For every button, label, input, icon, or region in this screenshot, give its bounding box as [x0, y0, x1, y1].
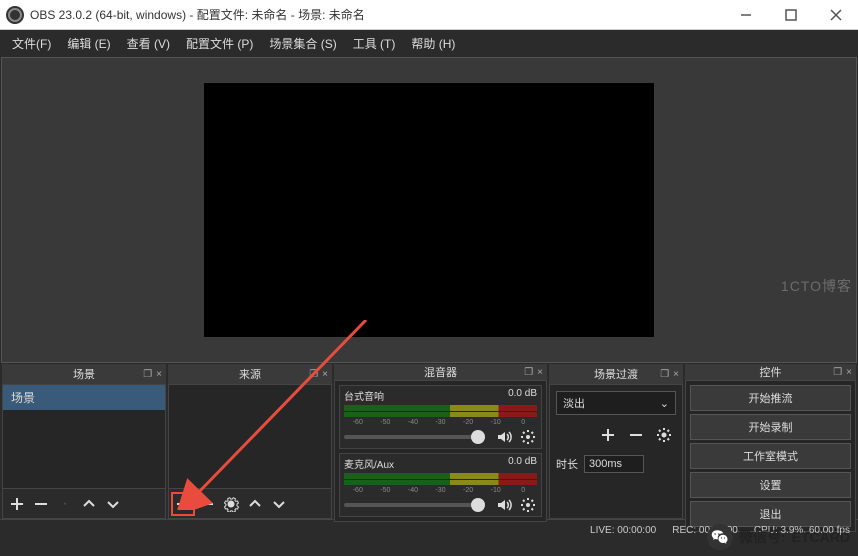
controls-title: 控件: [760, 364, 782, 380]
menu-edit[interactable]: 编辑 (E): [59, 31, 118, 56]
mixer-dock: 混音器 ❐ × 台式音响 0.0 dB -60-50-40-30-20-100: [334, 364, 547, 519]
dock-close-icon[interactable]: ×: [537, 367, 543, 378]
scene-separator: ·: [53, 492, 77, 516]
window-title: OBS 23.0.2 (64-bit, windows) - 配置文件: 未命名…: [30, 6, 365, 23]
wechat-icon: [707, 524, 733, 550]
watermark-wechat: 微信号: ETCARD: [707, 524, 850, 550]
chevron-down-icon: ⌄: [660, 397, 669, 410]
obs-app-icon: [6, 6, 24, 24]
mixer-channel-mic: 麦克风/Aux 0.0 dB -60-50-40-30-20-100: [339, 453, 542, 517]
gear-icon[interactable]: [519, 428, 537, 446]
menubar: 文件(F) 编辑 (E) 查看 (V) 配置文件 (P) 场景集合 (S) 工具…: [0, 30, 858, 56]
scene-item[interactable]: 场景: [3, 385, 165, 410]
status-live: LIVE: 00:00:00: [590, 525, 656, 536]
controls-dock: 控件 ❐× 开始推流 开始录制 工作室模式 设置 退出: [685, 364, 856, 519]
source-remove-button[interactable]: [195, 492, 219, 516]
menu-view[interactable]: 查看 (V): [119, 31, 178, 56]
transition-selected: 淡出: [563, 395, 585, 411]
transitions-title: 场景过渡: [594, 366, 638, 382]
duration-input[interactable]: [584, 455, 644, 473]
window-minimize-button[interactable]: [723, 0, 768, 30]
scene-remove-button[interactable]: [29, 492, 53, 516]
meter-ticks: -60-50-40-30-20-100: [344, 487, 537, 494]
volume-slider[interactable]: [344, 503, 485, 507]
speaker-icon[interactable]: [495, 428, 513, 446]
dock-close-icon[interactable]: ×: [846, 367, 852, 378]
mixer-channel-level: 0.0 dB: [508, 456, 537, 471]
dock-popout-icon[interactable]: ❐: [143, 369, 152, 380]
transition-settings-button[interactable]: [652, 423, 676, 447]
start-recording-button[interactable]: 开始录制: [690, 414, 851, 440]
gear-icon[interactable]: [519, 496, 537, 514]
scene-add-button[interactable]: [5, 492, 29, 516]
audio-meter: [344, 473, 537, 485]
speaker-icon[interactable]: [495, 496, 513, 514]
source-settings-button[interactable]: [219, 492, 243, 516]
scenes-dock: 场景 ❐ × 场景 ·: [2, 364, 166, 519]
watermark-value: ETCARD: [792, 529, 850, 545]
mixer-channel-level: 0.0 dB: [508, 388, 537, 403]
transition-remove-button[interactable]: [624, 423, 648, 447]
mixer-channel-name: 台式音响: [344, 388, 384, 403]
scene-down-button[interactable]: [101, 492, 125, 516]
source-add-button[interactable]: [171, 492, 195, 516]
menu-profile[interactable]: 配置文件 (P): [178, 31, 261, 56]
dock-popout-icon[interactable]: ❐: [309, 369, 318, 380]
mixer-channel-desktop: 台式音响 0.0 dB -60-50-40-30-20-100: [339, 385, 542, 449]
mixer-title: 混音器: [424, 364, 457, 380]
scenes-title: 场景: [73, 366, 95, 382]
transitions-dock: 场景过渡 ❐ × 淡出 ⌄ 时长: [549, 364, 683, 519]
preview-area: [1, 57, 857, 363]
dock-close-icon[interactable]: ×: [673, 369, 679, 380]
window-close-button[interactable]: [813, 0, 858, 30]
menu-file[interactable]: 文件(F): [4, 31, 59, 56]
menu-help[interactable]: 帮助 (H): [403, 31, 463, 56]
transition-add-button[interactable]: [596, 423, 620, 447]
meter-ticks: -60-50-40-30-20-100: [344, 419, 537, 426]
preview-canvas[interactable]: [204, 83, 654, 337]
start-streaming-button[interactable]: 开始推流: [690, 385, 851, 411]
audio-meter: [344, 405, 537, 417]
volume-slider[interactable]: [344, 435, 485, 439]
dock-popout-icon[interactable]: ❐: [524, 367, 533, 378]
scene-up-button[interactable]: [77, 492, 101, 516]
watermark-blog: 1CTO博客: [781, 276, 852, 296]
dock-popout-icon[interactable]: ❐: [833, 367, 842, 378]
dock-close-icon[interactable]: ×: [322, 369, 328, 380]
source-down-button[interactable]: [267, 492, 291, 516]
mixer-channel-name: 麦克风/Aux: [344, 456, 394, 471]
duration-label: 时长: [556, 456, 578, 472]
dock-popout-icon[interactable]: ❐: [660, 369, 669, 380]
sources-dock: 来源 ❐ ×: [168, 364, 332, 519]
scene-list[interactable]: 场景: [3, 385, 165, 488]
sources-list[interactable]: [169, 385, 331, 488]
window-titlebar: OBS 23.0.2 (64-bit, windows) - 配置文件: 未命名…: [0, 0, 858, 30]
dock-close-icon[interactable]: ×: [156, 369, 162, 380]
menu-tools[interactable]: 工具 (T): [345, 31, 404, 56]
source-up-button[interactable]: [243, 492, 267, 516]
window-maximize-button[interactable]: [768, 0, 813, 30]
watermark-label: 微信号:: [739, 527, 786, 547]
transition-select[interactable]: 淡出 ⌄: [556, 391, 676, 415]
sources-title: 来源: [239, 366, 261, 382]
menu-scene-collection[interactable]: 场景集合 (S): [261, 31, 344, 56]
settings-button[interactable]: 设置: [690, 472, 851, 498]
studio-mode-button[interactable]: 工作室模式: [690, 443, 851, 469]
